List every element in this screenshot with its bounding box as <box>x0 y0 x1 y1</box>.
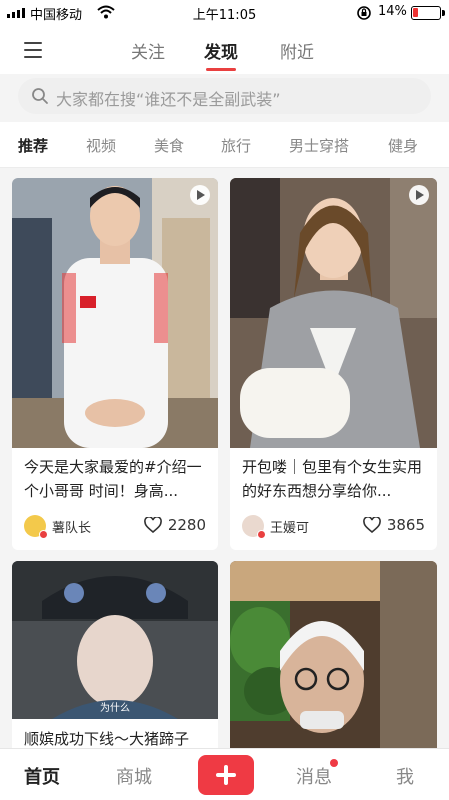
post-image <box>12 178 218 448</box>
feed-card[interactable]: 今天是大家最爱的#介绍一个小哥哥 时间！身高... 薯队长 2280 <box>12 178 218 550</box>
tab-nearby[interactable]: 附近 <box>280 38 314 63</box>
heart-icon <box>362 517 381 533</box>
tab-label: 关注 <box>131 43 165 63</box>
category-food[interactable]: 美食 <box>154 135 184 156</box>
plus-icon <box>224 765 228 785</box>
battery-percent: 14% <box>378 4 407 19</box>
feed-card[interactable]: 开包喽｜包里有个女生实用的好东西想分享给你... 王媛可 3865 <box>230 178 437 550</box>
nav-me[interactable]: 我 <box>396 763 414 789</box>
post-title: 今天是大家最爱的#介绍一个小哥哥 时间！身高... <box>24 458 202 500</box>
category-video[interactable]: 视频 <box>86 135 116 156</box>
nav-home[interactable]: 首页 <box>24 763 60 789</box>
verified-badge <box>39 530 48 539</box>
nav-messages[interactable]: 消息 <box>296 763 332 789</box>
post-image <box>230 561 437 751</box>
tab-discover[interactable]: 发现 <box>204 38 238 71</box>
verified-badge <box>257 530 266 539</box>
like-button[interactable]: 3865 <box>362 516 425 534</box>
battery-icon <box>411 6 445 20</box>
search-icon <box>32 88 48 104</box>
category-travel[interactable]: 旅行 <box>221 135 251 156</box>
post-image <box>230 178 437 448</box>
tab-label: 附近 <box>280 43 314 63</box>
post-image <box>12 561 218 719</box>
tab-following[interactable]: 关注 <box>131 38 165 63</box>
heart-icon <box>143 517 162 533</box>
post-title: 开包喽｜包里有个女生实用的好东西想分享给你... <box>242 458 423 500</box>
author-name: 王媛可 <box>270 520 310 536</box>
like-count: 2280 <box>167 516 206 534</box>
create-post-button[interactable] <box>198 755 254 795</box>
avatar <box>24 515 48 539</box>
search-input[interactable]: 大家都在搜“谁还不是全副武装” <box>18 78 431 114</box>
top-navigation: 关注 发现 附近 <box>0 26 449 74</box>
like-count: 3865 <box>386 516 425 534</box>
category-fitness[interactable]: 健身 <box>388 135 418 156</box>
category-tabs: 推荐 视频 美食 旅行 男士穿搭 健身 <box>0 122 449 168</box>
nav-mall[interactable]: 商城 <box>116 763 152 789</box>
bottom-navigation: 首页 商城 消息 我 <box>0 748 449 800</box>
tab-label: 发现 <box>204 43 238 63</box>
avatar <box>242 515 266 539</box>
active-tab-indicator <box>206 68 236 71</box>
search-placeholder: 大家都在搜“谁还不是全副武装” <box>56 90 281 109</box>
video-caption: 为什么 <box>100 703 130 714</box>
rotation-lock-icon <box>357 6 371 20</box>
category-recommend[interactable]: 推荐 <box>18 135 48 156</box>
like-button[interactable]: 2280 <box>143 516 206 534</box>
menu-icon[interactable] <box>24 42 42 58</box>
category-mens-fashion[interactable]: 男士穿搭 <box>289 135 349 156</box>
author-info[interactable]: 王媛可 <box>242 515 310 539</box>
notification-dot <box>330 759 338 767</box>
video-icon <box>190 185 210 205</box>
author-name: 薯队长 <box>52 520 92 536</box>
video-icon <box>409 185 429 205</box>
status-bar: 中国移动 上午11:05 14% <box>0 0 449 26</box>
author-info[interactable]: 薯队长 <box>24 515 92 539</box>
